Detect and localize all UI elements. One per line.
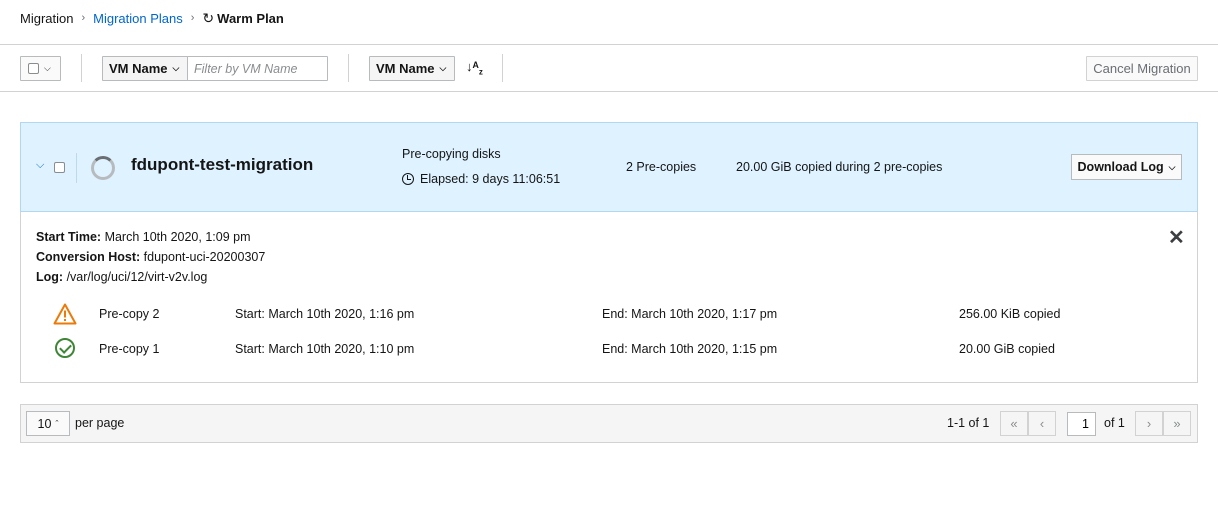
- download-log-label: Download Log: [1077, 160, 1164, 174]
- bulk-select-dropdown[interactable]: ⌵: [20, 56, 61, 81]
- pagination-range: 1-1 of 1: [947, 416, 990, 430]
- refresh-icon: ↻: [202, 9, 215, 26]
- chevron-down-icon: ⌵: [1168, 161, 1176, 172]
- cancel-migration-button[interactable]: Cancel Migration: [1086, 56, 1198, 81]
- filter-field-dropdown[interactable]: VM Name ⌵: [102, 56, 188, 81]
- chevron-up-icon: ˆ: [55, 418, 59, 429]
- row-divider: [76, 153, 77, 183]
- check-circle-icon: [53, 338, 77, 360]
- toolbar: ⌵ VM Name ⌵ Filter by VM Name VM Name ⌵ …: [0, 45, 1218, 91]
- log-label: Log:: [36, 270, 64, 284]
- toolbar-divider: [502, 54, 503, 82]
- clock-icon: [402, 173, 414, 185]
- per-page-dropdown[interactable]: 10 ˆ: [26, 411, 70, 436]
- toolbar-divider: [348, 54, 349, 82]
- chevron-down-icon: ⌵: [439, 63, 447, 73]
- migration-detail-panel: Start Time: March 10th 2020, 1:09 pm Con…: [20, 212, 1198, 383]
- toolbar-divider-bottom: [0, 91, 1218, 92]
- start-time-value: March 10th 2020, 1:09 pm: [104, 230, 251, 244]
- breadcrumb-separator-icon: ›: [81, 12, 86, 24]
- precopy-end: End: March 10th 2020, 1:17 pm: [602, 307, 778, 321]
- download-log-dropdown[interactable]: Download Log ⌵: [1071, 154, 1182, 180]
- precopy-row: Pre-copy 1 Start: March 10th 2020, 1:10 …: [21, 338, 1197, 362]
- elapsed-time: Elapsed: 9 days 11:06:51: [402, 172, 560, 186]
- breadcrumb-current: Warm Plan: [217, 10, 284, 26]
- bulk-select-checkbox[interactable]: [28, 63, 39, 74]
- copied-summary: 20.00 GiB copied during 2 pre-copies: [736, 160, 943, 174]
- per-page-label: per page: [75, 416, 125, 430]
- first-page-button[interactable]: «: [1000, 411, 1028, 436]
- precopy-end: End: March 10th 2020, 1:15 pm: [602, 342, 778, 356]
- start-time-label: Start Time:: [36, 230, 102, 244]
- next-page-button[interactable]: ›: [1135, 411, 1163, 436]
- previous-page-button[interactable]: ‹: [1028, 411, 1056, 436]
- filter-placeholder: Filter by VM Name: [194, 61, 298, 76]
- precopy-start: Start: March 10th 2020, 1:10 pm: [235, 342, 415, 356]
- start-time-line: Start Time: March 10th 2020, 1:09 pm: [36, 230, 251, 244]
- precopy-row: Pre-copy 2 Start: March 10th 2020, 1:16 …: [21, 303, 1197, 327]
- filter-input[interactable]: Filter by VM Name: [187, 56, 328, 81]
- pagination-bar: 10 ˆ per page 1-1 of 1 « ‹ of 1 › »: [20, 404, 1198, 443]
- precopy-start: Start: March 10th 2020, 1:16 pm: [235, 307, 415, 321]
- precopy-name: Pre-copy 2: [99, 307, 160, 321]
- cancel-migration-label: Cancel Migration: [1093, 61, 1191, 76]
- row-checkbox[interactable]: [54, 162, 65, 173]
- spinner-icon: [91, 156, 115, 180]
- filter-field-label: VM Name: [109, 61, 168, 76]
- log-line: Log: /var/log/uci/12/virt-v2v.log: [36, 270, 207, 284]
- breadcrumb: Migration › Migration Plans › ↻ Warm Pla…: [20, 10, 284, 26]
- log-path: /var/log/uci/12/virt-v2v.log: [66, 270, 208, 284]
- breadcrumb-separator-icon: ›: [190, 12, 195, 24]
- chevron-left-icon: ‹: [1039, 416, 1045, 431]
- sort-field-dropdown[interactable]: VM Name ⌵: [369, 56, 455, 81]
- chevron-down-icon: ⌵: [172, 63, 180, 73]
- double-chevron-right-icon: »: [1173, 416, 1181, 431]
- close-icon[interactable]: ✕: [1168, 225, 1185, 250]
- conversion-host-line: Conversion Host: fdupont-uci-20200307: [36, 250, 265, 264]
- sort-alpha-icon[interactable]: ↓ᴬz: [466, 59, 483, 77]
- warning-triangle-icon: [53, 303, 77, 325]
- double-chevron-left-icon: «: [1010, 416, 1018, 431]
- chevron-down-icon[interactable]: ⌵: [36, 159, 44, 172]
- sort-field-label: VM Name: [376, 61, 435, 76]
- last-page-button[interactable]: »: [1163, 411, 1191, 436]
- breadcrumb-migration[interactable]: Migration: [20, 11, 73, 26]
- page-number-input[interactable]: [1067, 412, 1096, 436]
- breadcrumb-migration-plans[interactable]: Migration Plans: [93, 11, 183, 26]
- precopy-name: Pre-copy 1: [99, 342, 160, 356]
- toolbar-divider: [81, 54, 82, 82]
- migration-list-item: ⌵ fdupont-test-migration Pre-copying dis…: [20, 122, 1198, 212]
- plan-name: fdupont-test-migration: [131, 155, 314, 174]
- conversion-host-label: Conversion Host:: [36, 250, 141, 264]
- precopy-size: 256.00 KiB copied: [959, 307, 1061, 321]
- conversion-host-value: fdupont-uci-20200307: [143, 250, 266, 264]
- migration-status: Pre-copying disks: [402, 147, 501, 161]
- chevron-right-icon: ›: [1146, 416, 1152, 431]
- precopy-size: 20.00 GiB copied: [959, 342, 1055, 356]
- chevron-down-icon: ⌵: [44, 63, 51, 73]
- per-page-value: 10: [37, 416, 52, 431]
- total-pages-label: of 1: [1104, 416, 1125, 430]
- elapsed-text: Elapsed: 9 days 11:06:51: [420, 172, 561, 186]
- precopies-count: 2 Pre-copies: [626, 160, 697, 174]
